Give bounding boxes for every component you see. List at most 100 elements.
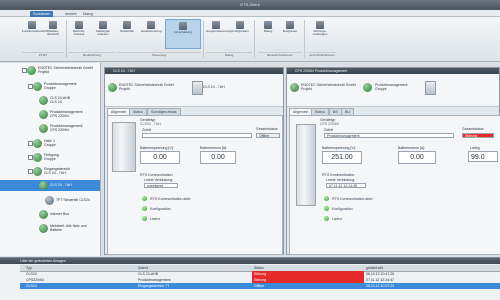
tree-item[interactable]: Produktmanagement CPS 220/64: [0, 109, 100, 120]
gesamtstatus-badge: Offline: [256, 133, 280, 138]
lock-icon: [99, 21, 107, 29]
group-icon: [363, 83, 372, 92]
group-icon: [212, 21, 220, 29]
battery-voltage: 251.00: [322, 151, 362, 164]
ribbon-button-notbetrieb[interactable]: Notbetrieb: [117, 19, 137, 47]
overview-icon: [28, 21, 36, 29]
ribbon-group-label: Steuerung: [117, 52, 201, 59]
hand-icon: [147, 21, 155, 29]
device-icon: [39, 96, 48, 105]
pane-info: ENOTEC Sicherheitstechnik GmbH Projekt P…: [287, 74, 499, 107]
device-icon: [192, 81, 203, 95]
ribbon-button-stoerungsmeldungen[interactable]: Störungs-meldungen: [308, 19, 332, 47]
switch-icon: [179, 22, 187, 30]
config-icon: [236, 21, 244, 29]
tree-item[interactable]: CLS 24-AHB CLS 24: [0, 95, 100, 106]
tree-item[interactable]: Produktmanagement CPS 220/64: [0, 123, 100, 134]
company-label: ENOTEC Sicherheitstechnik GmbH Projekt: [301, 83, 357, 91]
ribbon-button-stellungen[interactable]: Stellungen einlesen: [93, 19, 113, 47]
status-led: [324, 196, 329, 201]
tree-item[interactable]: Produktmanagement Gruppe: [0, 81, 100, 92]
ribbon-button-konfiguration[interactable]: Konfiguration: [230, 19, 250, 47]
status-led: [142, 196, 147, 201]
zutritt-field[interactable]: Produktmanagement: [324, 133, 454, 138]
tree-item[interactable]: Interner Bus: [0, 209, 100, 220]
tree-item[interactable]: TFT Steuerteil CLS24: [0, 195, 100, 206]
ribbon-separator: [304, 20, 305, 58]
battery-current: 0.00: [200, 151, 236, 164]
device-pane-cls24: CLS 24 - 7AH ENOTEC Sicherheitstechnik G…: [104, 67, 284, 255]
tree-item[interactable]: Meldeteil: Alle Netz und Batterie: [0, 223, 100, 234]
changed-systems-panel: Liste der geänderten Anlagen Typ Zutext …: [0, 257, 500, 300]
tab-content: Gerätetyp CLS24 - 7AH Zutritt Gesamtstat…: [107, 115, 283, 255]
project-icon: [290, 83, 299, 92]
ribbon-button-tabellenuebersicht[interactable]: Tabellen-übersicht: [43, 19, 63, 47]
status-led: [324, 206, 329, 211]
last-connection-field: 07.11.12 12:24:38: [326, 183, 366, 188]
ribbon-button-funktionsuebersicht[interactable]: Funktionsübersicht: [22, 19, 47, 47]
device-label: Produktmanagement Gruppe: [375, 83, 408, 91]
table-row-selected[interactable]: CLS24 Eingangsbereich TT Offline 06.10.1…: [20, 283, 500, 289]
ribbon-button-umschaltung[interactable]: Umschaltung: [165, 19, 201, 49]
zutritt-field[interactable]: [142, 133, 252, 138]
group-icon: [33, 167, 42, 176]
project-icon: [27, 66, 36, 75]
emergency-icon: [123, 21, 131, 29]
state-icon: [75, 21, 83, 29]
ribbon-separator: [66, 20, 67, 58]
gesamtstatus-badge: Störung: [462, 133, 494, 138]
device-icon: [39, 124, 48, 133]
alarm-icon: [316, 21, 324, 29]
ribbon-group-label: Dialog: [206, 52, 252, 59]
display-icon: [45, 196, 54, 205]
ribbon-separator: [203, 20, 204, 58]
device-label: CLS 24 - 7AH: [203, 85, 225, 89]
tree-item[interactable]: Halle 1 Gruppe: [0, 138, 100, 149]
bus-icon: [39, 210, 48, 219]
cabinet-image: [296, 124, 316, 206]
company-label: ENOTEC Sicherheitstechnik GmbH Projekt: [119, 83, 175, 91]
battery-current: 0.00: [398, 151, 436, 164]
dialog-icon: [264, 21, 272, 29]
device-type-value: CPS 220/64: [320, 122, 339, 126]
cabinet-image: [112, 122, 136, 172]
ribbon-button-handsteuerung[interactable]: Handsteuerung: [141, 19, 162, 47]
window-title: ETS-Client: [240, 2, 260, 7]
ribbon-toolbar: Funktionsübersicht Tabellen-übersicht Be…: [0, 17, 500, 62]
project-tree: ENOTEC Sicherheitstechnik GmbH Projekt P…: [0, 63, 101, 256]
device-icon: [425, 81, 436, 95]
ribbon-button-dialog[interactable]: Dialog: [258, 19, 278, 47]
group-icon: [33, 153, 42, 162]
device-type-value: CLS24 - 7AH: [140, 122, 161, 126]
tree-item[interactable]: Eingangsbereich CLS 24 - 7AH: [0, 166, 100, 177]
charge-value: 99.0: [468, 151, 498, 162]
window-titlebar: ETS-Client: [0, 0, 500, 10]
tab-content: Gerätetyp CPS 220/64 Zutritt Produktmana…: [289, 115, 500, 255]
status-cell: Offline: [254, 284, 265, 288]
tree-item[interactable]: ENOTEC Sicherheitstechnik GmbH Projekt: [0, 65, 100, 76]
last-connection-field: unbekannt: [144, 183, 178, 188]
ribbon-group-label: Ansichtsfunktionen: [308, 52, 336, 57]
ribbon-group-label: Beobachtung: [69, 52, 115, 59]
status-led: [142, 216, 147, 221]
group-icon: [33, 82, 42, 91]
panel-title: Liste der geänderten Anlagen: [0, 258, 500, 264]
group-icon: [33, 139, 42, 148]
project-icon: [108, 83, 117, 92]
table-icon: [49, 21, 57, 29]
ribbon-button-ereignisse[interactable]: Ereignisse: [280, 19, 300, 47]
ribbon-separator: [254, 20, 255, 58]
battery-voltage: 0.00: [140, 151, 180, 164]
device-icon: [39, 110, 48, 119]
ribbon-button-betriebszustand[interactable]: Betriebs-zustand: [69, 19, 89, 47]
battery-icon: [39, 224, 48, 233]
ribbon-group-label: Benutzerfunktionen: [258, 52, 302, 59]
tree-item[interactable]: Fertigung Gruppe: [0, 152, 100, 163]
status-led: [142, 206, 147, 211]
status-led: [324, 216, 329, 221]
pane-info: ENOTEC Sicherheitstechnik GmbH Projekt C…: [105, 74, 283, 107]
tree-item-selected[interactable]: CLS 24 - 7AH: [0, 180, 100, 191]
device-pane-cps220: CPS 220/64 Produktmanagement ENOTEC Sich…: [286, 67, 500, 255]
events-icon: [286, 21, 294, 29]
ribbon-button-gruppensteuerung[interactable]: Gruppensteuerung: [206, 19, 231, 47]
